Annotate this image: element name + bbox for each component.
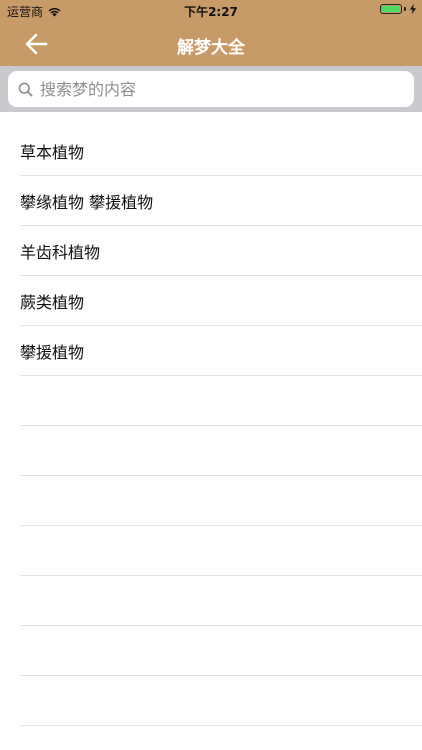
- list-item[interactable]: 蕨类植物: [20, 276, 422, 326]
- empty-row: [20, 476, 422, 526]
- status-time: 下午2:27: [184, 5, 238, 19]
- battery-icon: [380, 4, 402, 14]
- search-bar: [0, 66, 422, 112]
- search-icon: [17, 81, 33, 97]
- empty-row: [20, 626, 422, 676]
- header: 运营商 下午2:27 解梦大全: [0, 0, 422, 66]
- empty-row: [20, 676, 422, 726]
- empty-row: [20, 526, 422, 576]
- list-item[interactable]: 攀缘植物 攀援植物: [20, 176, 422, 226]
- result-list: 草本植物 攀缘植物 攀援植物 羊齿科植物 蕨类植物 攀援植物: [0, 112, 422, 726]
- search-input[interactable]: [38, 78, 414, 100]
- status-right: [380, 4, 416, 14]
- battery-tip: [404, 7, 406, 11]
- list-top-gap: [0, 112, 422, 126]
- nav-bar: 解梦大全: [0, 22, 422, 66]
- status-bar: 运营商 下午2:27: [0, 0, 422, 22]
- battery-level: [382, 6, 400, 12]
- list-item-label: 蕨类植物: [20, 292, 85, 312]
- screen: 运营商 下午2:27 解梦大全 搜索梦的内容 草本植物 攀缘植物 攀援植物 羊齿…: [0, 0, 422, 750]
- search-field[interactable]: [8, 71, 414, 107]
- charging-bolt-icon: [410, 4, 416, 14]
- page-title: 解梦大全: [177, 38, 245, 58]
- list-item-label: 攀援植物: [20, 342, 85, 362]
- empty-row: [20, 576, 422, 626]
- empty-row: [20, 426, 422, 476]
- list-item-label: 草本植物: [20, 142, 85, 162]
- list-item[interactable]: 草本植物: [20, 126, 422, 176]
- list-item[interactable]: 攀援植物: [20, 326, 422, 376]
- list-item[interactable]: 羊齿科植物: [20, 226, 422, 276]
- empty-row: [20, 376, 422, 426]
- list-item-label: 攀缘植物 攀援植物: [20, 192, 154, 212]
- list-item-label: 羊齿科植物: [20, 242, 101, 262]
